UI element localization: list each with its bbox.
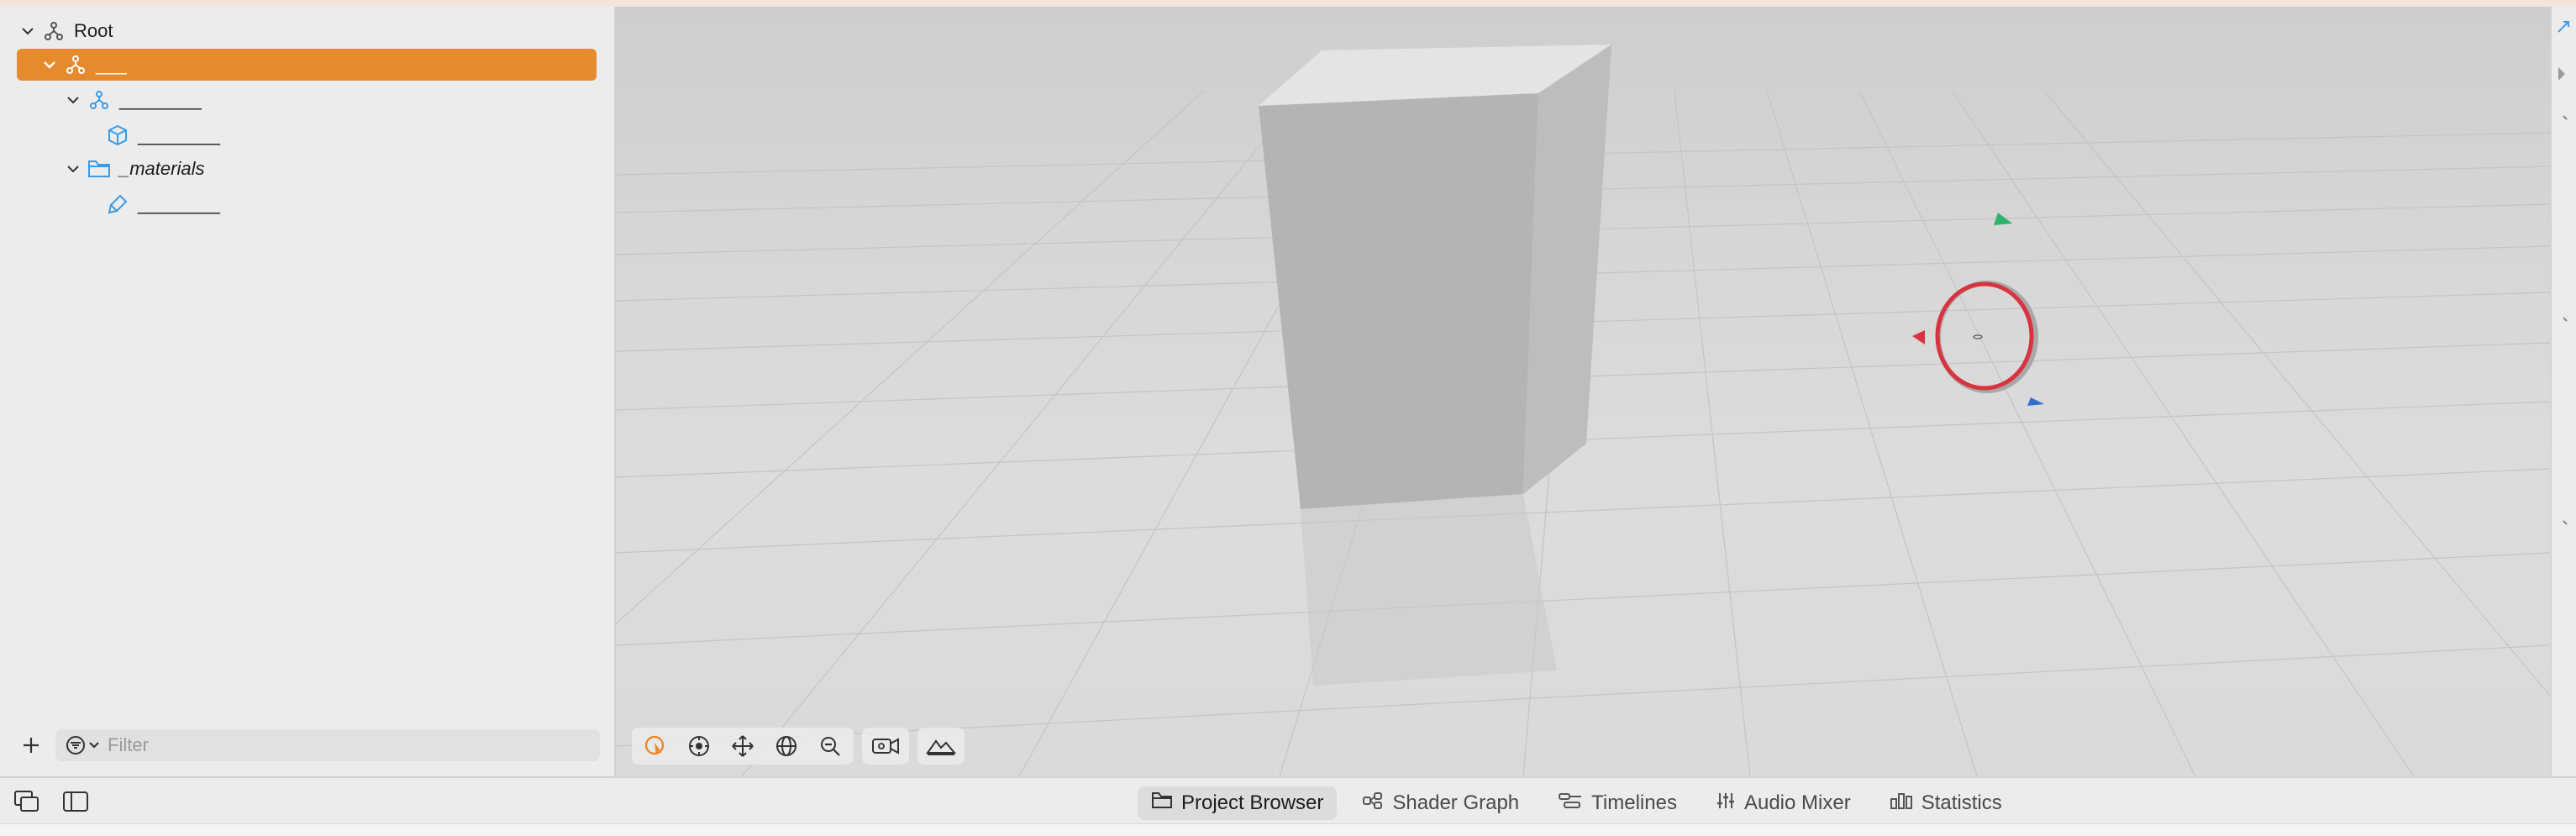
tab-label: Timelines [1591, 791, 1677, 814]
viewport-scene [616, 45, 2550, 776]
entity-icon [64, 53, 87, 76]
filter-field[interactable] [55, 729, 600, 761]
overlapping-windows-icon[interactable] [12, 788, 42, 815]
bottom-edge-strip [0, 823, 2576, 836]
move-tool-icon[interactable] [724, 729, 761, 763]
timelines-icon [1558, 791, 1583, 816]
tree-item-root[interactable]: Root [18, 15, 607, 47]
tab-audio-mixer[interactable]: Audio Mixer [1702, 786, 1864, 820]
tab-project-browser[interactable]: Project Browser [1138, 786, 1338, 820]
orbit-tool-icon[interactable] [681, 729, 718, 763]
audio-mixer-icon [1716, 791, 1736, 816]
tree-item-label: ___ [96, 54, 127, 75]
sidebar-toggle-icon[interactable] [60, 788, 91, 815]
tree-item-label: ________ [119, 89, 202, 110]
tree-item-label: ________ [138, 193, 220, 214]
bottom-bar: Project Browser Shader Graph Timelines A… [0, 776, 2576, 825]
gizmo-x-handle[interactable] [1912, 330, 1925, 344]
material-brush-icon [106, 192, 129, 216]
transform-tools [632, 728, 854, 765]
gizmo-y-handle[interactable] [1994, 213, 2012, 225]
environment-icon[interactable] [923, 729, 959, 763]
chevron-down-icon[interactable] [64, 160, 82, 178]
tree-item-label: _materials [119, 158, 205, 179]
scene-outline-panel: Root ___ ________ ________ _materials __… [0, 7, 616, 776]
entity-icon [87, 88, 111, 112]
tab-label: Statistics [1921, 791, 2002, 814]
filter-icon[interactable] [62, 733, 106, 758]
tab-label: Shader Graph [1392, 791, 1520, 814]
chevron-down-icon[interactable] [18, 22, 37, 40]
bottom-tabs: Project Browser Shader Graph Timelines A… [1138, 786, 2016, 820]
cube-icon [106, 124, 129, 147]
zoom-tool-icon[interactable] [812, 729, 849, 763]
cube-model[interactable] [1259, 45, 1611, 686]
tab-shader-graph[interactable]: Shader Graph [1348, 786, 1532, 820]
tree-item-materials-folder[interactable]: _materials [64, 153, 602, 185]
tree-item-material[interactable]: ________ [106, 188, 602, 220]
tree-item-label: Root [74, 20, 113, 41]
chevron-down-icon[interactable] [40, 55, 59, 74]
inspector-panel-edge [2550, 7, 2576, 776]
entity-icon [42, 19, 66, 43]
rotate-tool-icon[interactable] [768, 729, 805, 763]
gizmo-z-handle[interactable] [2027, 397, 2044, 406]
shader-graph-icon [1362, 791, 1384, 816]
rotate-gizmo[interactable] [1912, 213, 2044, 406]
select-tool-icon[interactable] [637, 729, 674, 763]
tab-label: Project Browser [1181, 791, 1324, 814]
tree-item-child-entity[interactable]: ________ [64, 84, 602, 116]
folder-icon [1151, 791, 1173, 816]
tree-item-selected-entity[interactable]: ___ [17, 49, 597, 81]
add-button[interactable] [18, 733, 44, 758]
folder-icon [87, 157, 111, 181]
chevron-down-icon[interactable] [64, 91, 82, 109]
statistics-icon [1890, 791, 1913, 816]
tree-item-model[interactable]: ________ [106, 119, 602, 151]
viewport-toolbar [632, 728, 965, 765]
environment-tools [917, 728, 965, 765]
tab-label: Audio Mixer [1743, 791, 1851, 814]
filter-input[interactable] [106, 733, 580, 757]
camera-icon[interactable] [867, 729, 904, 763]
tab-timelines[interactable]: Timelines [1544, 786, 1690, 820]
tree-item-label: ________ [138, 124, 220, 145]
tab-statistics[interactable]: Statistics [1876, 786, 2016, 820]
camera-tools [862, 728, 909, 765]
scene-viewport[interactable] [616, 7, 2550, 776]
